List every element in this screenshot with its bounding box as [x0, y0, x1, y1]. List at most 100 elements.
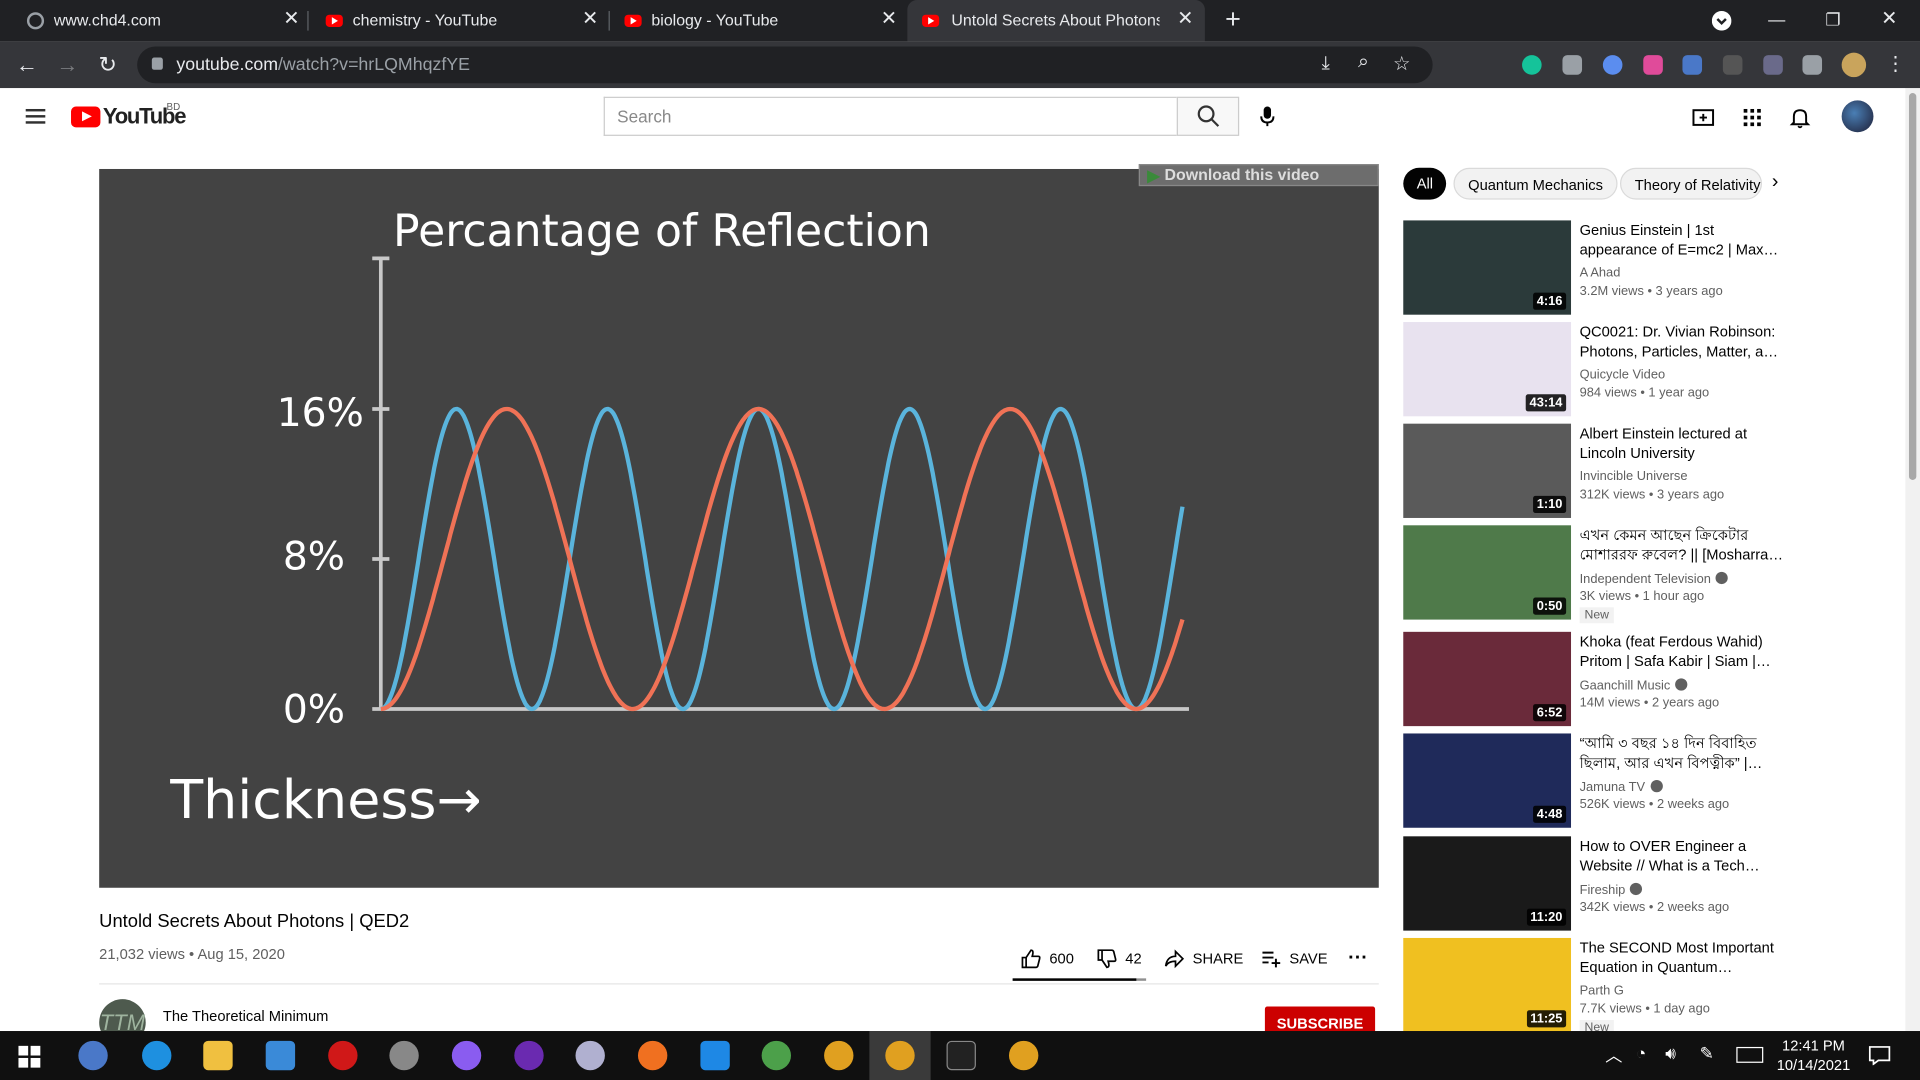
close-icon[interactable]: ✕ — [578, 7, 602, 31]
taskbar-app-icon[interactable] — [761, 1040, 792, 1071]
messenger-icon[interactable] — [451, 1040, 482, 1071]
browser-tab[interactable]: www.chd4.com ✕ — [24, 0, 303, 42]
hamburger-menu-icon[interactable] — [25, 108, 46, 124]
profile-avatar[interactable] — [1841, 52, 1867, 78]
download-video-button[interactable]: ▶ Download this video — [1138, 164, 1379, 187]
taskbar-app-icon[interactable] — [389, 1040, 419, 1071]
dislike-button[interactable]: 42 — [1096, 948, 1142, 970]
chrome-icon[interactable] — [885, 1040, 915, 1071]
recommended-video-title[interactable]: QC0021: Dr. Vivian Robinson: Photons, Pa… — [1580, 322, 1786, 361]
zoom-icon[interactable]: ⌕ — [1358, 51, 1369, 73]
channel-name[interactable]: The Theoretical Minimum — [163, 1008, 329, 1025]
extension-icon[interactable] — [1602, 55, 1623, 75]
clock[interactable]: 12:41 PM 10/14/2021 — [1771, 1036, 1857, 1075]
close-window-button[interactable]: ✕ — [1861, 0, 1917, 42]
wifi-icon[interactable]: ◔ — [1636, 1043, 1646, 1063]
new-tab-button[interactable]: + — [1206, 0, 1260, 42]
reload-button[interactable]: ↻ — [92, 49, 124, 81]
recommended-video[interactable]: 1:10 Albert Einstein lectured at Lincoln … — [1403, 423, 1893, 522]
video-thumbnail[interactable]: 4:48 — [1403, 733, 1572, 828]
recommended-video[interactable]: 0:50 এখন কেমন আছেন ক্রিকেটার মোশাররফ রুবে… — [1403, 525, 1893, 624]
recommended-channel[interactable]: Jamuna TV — [1580, 779, 1663, 795]
more-actions-icon[interactable]: ··· — [1348, 948, 1368, 970]
puzzle-icon[interactable] — [1802, 55, 1823, 75]
video-thumbnail[interactable]: 43:14 — [1403, 322, 1572, 417]
video-thumbnail[interactable]: 11:20 — [1403, 836, 1572, 931]
edge-icon[interactable] — [142, 1040, 172, 1071]
create-video-icon[interactable] — [1691, 105, 1715, 129]
download-extension-icon[interactable] — [1682, 55, 1703, 75]
scrollbar-thumb[interactable] — [1908, 93, 1917, 481]
recommended-video[interactable]: 43:14 QC0021: Dr. Vivian Robinson: Photon… — [1403, 322, 1893, 420]
menu-icon[interactable]: ⋮ — [1886, 51, 1906, 75]
recommended-channel[interactable]: Quicycle Video — [1580, 367, 1666, 382]
recommended-channel[interactable]: A Ahad — [1580, 266, 1621, 281]
recommended-video-title[interactable]: Genius Einstein | 1st appearance of E=mc… — [1580, 220, 1786, 259]
camera-icon[interactable] — [1562, 55, 1583, 75]
chip-theory-of-relativity[interactable]: Theory of Relativity — [1620, 167, 1763, 200]
recommended-channel[interactable]: Gaanchill Music — [1580, 677, 1688, 693]
terminal-icon[interactable] — [946, 1040, 976, 1071]
notifications-icon[interactable] — [1868, 1046, 1891, 1066]
pen-extension-icon[interactable] — [1763, 55, 1783, 75]
pen-icon[interactable]: ✎ — [1700, 1043, 1714, 1064]
opera-icon[interactable] — [328, 1040, 358, 1071]
maximize-button[interactable]: ❐ — [1805, 0, 1861, 42]
github-icon[interactable] — [514, 1040, 544, 1071]
screen-extension-icon[interactable] — [1722, 55, 1743, 75]
close-icon[interactable]: ✕ — [1173, 7, 1197, 31]
video-thumbnail[interactable]: 11:25 — [1403, 937, 1572, 1033]
chrome-icon[interactable] — [824, 1040, 854, 1071]
recommended-video[interactable]: 4:16 Genius Einstein | 1st appearance of … — [1403, 220, 1893, 318]
video-player[interactable]: Percantage of Reflection 0% 8% 16% Thick… — [99, 168, 1379, 888]
close-icon[interactable]: ✕ — [279, 7, 303, 31]
play-extension-icon[interactable] — [1643, 55, 1663, 75]
user-avatar[interactable] — [1841, 100, 1874, 133]
browser-tab[interactable]: biology - YouTube ✕ — [622, 0, 901, 42]
chevron-right-icon[interactable]: › — [1772, 171, 1779, 193]
file-explorer-icon[interactable] — [203, 1040, 233, 1071]
video-thumbnail[interactable]: 4:16 — [1403, 220, 1572, 315]
apps-grid-icon[interactable] — [1740, 105, 1764, 129]
browser-tab-active[interactable]: Untold Secrets About Photons | QED2 ✕ — [907, 0, 1205, 42]
recommended-video-title[interactable]: The SECOND Most Important Equation in Qu… — [1580, 938, 1786, 977]
forward-button[interactable]: → — [51, 49, 83, 81]
bookmark-star-icon[interactable]: ☆ — [1393, 51, 1411, 75]
recommended-video-title[interactable]: How to OVER Engineer a Website // What i… — [1580, 836, 1786, 875]
keyboard-icon[interactable] — [1736, 1046, 1764, 1063]
recommended-video[interactable]: 4:48 “আমি ৩ বছর ১৪ দিন বিবাহিত ছিলাম, আর … — [1403, 733, 1893, 831]
search-button[interactable] — [1176, 96, 1240, 136]
video-thumbnail[interactable]: 6:52 — [1403, 631, 1572, 727]
recommended-video-title[interactable]: Khoka (feat Ferdous Wahid) Pritom | Safa… — [1580, 632, 1786, 671]
vscode-icon[interactable] — [700, 1040, 730, 1071]
minimize-button[interactable]: — — [1749, 0, 1805, 42]
close-icon[interactable]: ✕ — [877, 7, 901, 31]
save-button[interactable]: SAVE — [1260, 948, 1328, 970]
youtube-logo-icon[interactable] — [71, 106, 101, 128]
microphone-icon[interactable] — [1254, 103, 1281, 130]
taskbar-app-icon[interactable] — [78, 1040, 108, 1071]
recommended-channel[interactable]: Invincible Universe — [1580, 469, 1688, 484]
recommended-channel[interactable]: Independent Television — [1580, 571, 1729, 587]
recommended-channel[interactable]: Parth G — [1580, 983, 1624, 998]
chip-quantum-mechanics[interactable]: Quantum Mechanics — [1453, 167, 1618, 200]
download-page-icon[interactable]: ⤓ — [1322, 53, 1330, 74]
recommended-video-title[interactable]: এখন কেমন আছেন ক্রিকেটার মোশাররফ রুবেল? |… — [1580, 525, 1786, 564]
share-button[interactable]: SHARE — [1163, 948, 1243, 970]
windows-start-icon[interactable] — [18, 1045, 41, 1068]
chevron-up-icon[interactable]: ︿ — [1605, 1043, 1622, 1067]
recommended-video[interactable]: 6:52 Khoka (feat Ferdous Wahid) Pritom | … — [1403, 631, 1893, 730]
mail-icon[interactable] — [265, 1040, 296, 1071]
grammarly-icon[interactable] — [1522, 55, 1542, 75]
back-button[interactable]: ← — [11, 49, 43, 81]
recommended-video-title[interactable]: Albert Einstein lectured at Lincoln Univ… — [1580, 424, 1786, 463]
firefox-icon[interactable] — [637, 1040, 668, 1071]
browser-tab[interactable]: chemistry - YouTube ✕ — [323, 0, 602, 42]
like-button[interactable]: 600 — [1020, 948, 1074, 970]
chrome-icon[interactable] — [1008, 1040, 1039, 1071]
recommended-channel[interactable]: Fireship — [1580, 882, 1643, 898]
recommended-video-title[interactable]: “আমি ৩ বছর ১৪ দিন বিবাহিত ছিলাম, আর এখন … — [1580, 733, 1786, 772]
video-thumbnail[interactable]: 1:10 — [1403, 423, 1572, 518]
taskbar-app-icon[interactable] — [575, 1040, 605, 1071]
tab-search-button[interactable] — [1693, 0, 1749, 42]
